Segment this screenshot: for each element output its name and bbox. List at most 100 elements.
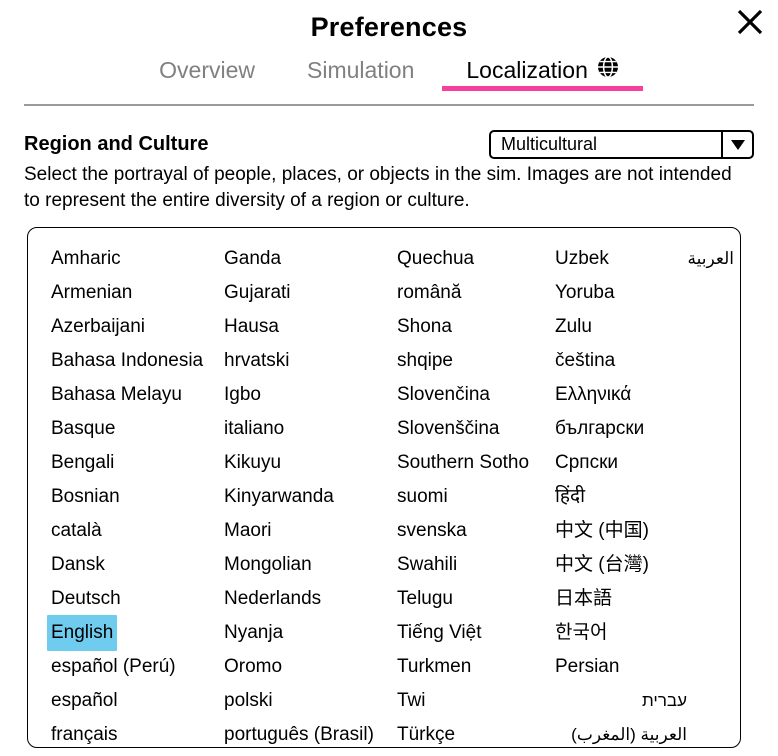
language-item-label: Azerbaijani (51, 316, 145, 337)
language-item-label: Swahili (397, 554, 458, 575)
language-item-label: Ganda (224, 248, 282, 269)
active-tab-underline (442, 86, 643, 91)
language-item[interactable]: Zulu (551, 309, 691, 343)
language-item-label: Dansk (51, 554, 105, 575)
language-item[interactable]: Armenian (47, 275, 219, 309)
language-item-label: 中文 (中国) (555, 520, 649, 541)
language-item[interactable]: Deutsch (47, 581, 219, 615)
language-item[interactable]: Persian (551, 649, 691, 683)
language-item[interactable]: हिंदी (551, 479, 691, 513)
language-item[interactable]: português (Brasil) (220, 717, 392, 747)
language-item-label: polski (224, 690, 273, 711)
language-item[interactable]: 日本語 (551, 581, 691, 615)
language-item[interactable]: français (47, 717, 219, 747)
language-item[interactable]: العربية (المغرب) (551, 717, 691, 747)
language-item[interactable]: Swahili (393, 547, 551, 581)
language-item[interactable]: Slovenščina (393, 411, 551, 445)
language-item[interactable]: čeština (551, 343, 691, 377)
language-item[interactable]: Bahasa Melayu (47, 377, 219, 411)
language-item[interactable]: română (393, 275, 551, 309)
language-item[interactable]: Shona (393, 309, 551, 343)
language-column-2: Ganda Gujarati Hausa hrvatski Igbo italiano Ki… (220, 241, 392, 747)
region-and-culture-select[interactable]: Multicultural (489, 130, 754, 159)
language-item-label: português (Brasil) (224, 724, 374, 745)
language-item-label: Igbo (224, 384, 261, 405)
language-item[interactable]: Maori (220, 513, 392, 547)
language-item[interactable]: Tiếng Việt (393, 615, 551, 649)
language-item-label: Armenian (51, 282, 133, 303)
language-item[interactable]: español (47, 683, 219, 717)
language-item[interactable]: Hausa (220, 309, 392, 343)
language-column-3: Quechua română Shona shqipe Slovenčina Sloven… (393, 241, 551, 747)
chevron-down-icon[interactable] (721, 132, 752, 157)
language-item[interactable]: 中文 (台灣) (551, 547, 691, 581)
language-item-label: Quechua (397, 248, 475, 269)
language-item[interactable]: Српски (551, 445, 691, 479)
language-item-label: español (Perú) (51, 656, 176, 677)
region-and-culture-row: Region and Culture Multicultural (24, 130, 754, 159)
language-item[interactable]: Nyanja (220, 615, 392, 649)
tab-overview[interactable]: Overview (133, 55, 281, 85)
language-item[interactable]: 中文 (中国) (551, 513, 691, 547)
language-item[interactable]: Bahasa Indonesia (47, 343, 219, 377)
language-item[interactable]: español (Perú) (47, 649, 219, 683)
language-item[interactable]: català (47, 513, 219, 547)
language-item[interactable]: Telugu (393, 581, 551, 615)
language-item[interactable]: Quechua (393, 241, 551, 275)
language-item[interactable]: Gujarati (220, 275, 392, 309)
close-button[interactable] (728, 0, 772, 44)
language-column-5: العربية (628, 241, 738, 275)
language-item[interactable]: Kinyarwanda (220, 479, 392, 513)
language-item[interactable]: Ganda (220, 241, 392, 275)
language-item[interactable]: italiano (220, 411, 392, 445)
language-item-label: română (397, 282, 462, 303)
page-title: Preferences (310, 12, 468, 42)
language-item[interactable]: Amharic (47, 241, 219, 275)
region-and-culture-description: Select the portrayal of people, places, … (24, 164, 732, 211)
language-item[interactable]: العربية (628, 241, 738, 275)
language-item[interactable]: Turkmen (393, 649, 551, 683)
language-item[interactable]: polski (220, 683, 392, 717)
language-item[interactable]: Kikuyu (220, 445, 392, 479)
language-item-label: עברית (642, 691, 687, 710)
language-item[interactable]: Twi (393, 683, 551, 717)
language-list-box[interactable]: Amharic Armenian Azerbaijani Bahasa Indones… (27, 227, 741, 748)
language-item-label: français (51, 724, 118, 745)
language-item[interactable]: Mongolian (220, 547, 392, 581)
language-item[interactable]: hrvatski (220, 343, 392, 377)
language-item[interactable]: suomi (393, 479, 551, 513)
language-item-label: Basque (51, 418, 116, 439)
tab-localization[interactable]: Localization (440, 55, 644, 91)
language-item[interactable]: Azerbaijani (47, 309, 219, 343)
language-item-label: Ελληνικά (555, 384, 632, 405)
language-item[interactable]: Oromo (220, 649, 392, 683)
language-item[interactable]: עברית (551, 683, 691, 717)
language-item-label: Bahasa Melayu (51, 384, 182, 405)
language-item[interactable]: Türkçe (393, 717, 551, 747)
tab-simulation[interactable]: Simulation (281, 55, 440, 85)
language-column-1: Amharic Armenian Azerbaijani Bahasa Indones… (47, 241, 219, 747)
language-item[interactable]: Igbo (220, 377, 392, 411)
language-item-label: Deutsch (51, 588, 121, 609)
language-item[interactable]: Yoruba (551, 275, 691, 309)
language-item[interactable]: Bengali (47, 445, 219, 479)
language-item[interactable]: Slovenčina (393, 377, 551, 411)
language-item[interactable]: Dansk (47, 547, 219, 581)
tab-localization-label: Localization (466, 57, 588, 83)
header-divider (24, 104, 754, 106)
language-item[interactable]: 한국어 (551, 615, 691, 649)
language-item[interactable]: български (551, 411, 691, 445)
language-item[interactable]: shqipe (393, 343, 551, 377)
language-item-label: català (51, 520, 102, 541)
tab-bar: Overview Simulation Localization (0, 55, 778, 103)
language-item-label: English (47, 615, 118, 651)
language-item[interactable]: Bosnian (47, 479, 219, 513)
language-item[interactable]: svenska (393, 513, 551, 547)
language-item-label: Telugu (397, 588, 453, 609)
language-item[interactable]: Southern Sotho (393, 445, 551, 479)
language-item[interactable]: Ελληνικά (551, 377, 691, 411)
language-item[interactable]: Basque (47, 411, 219, 445)
language-item[interactable]: Nederlands (220, 581, 392, 615)
language-item[interactable]: English (47, 615, 219, 651)
language-item-label: Kinyarwanda (224, 486, 334, 507)
